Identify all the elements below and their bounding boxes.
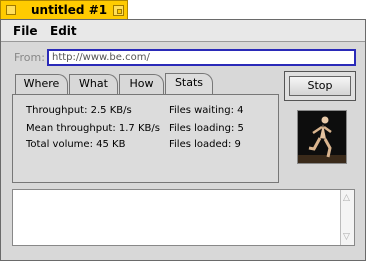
zoom-box-icon[interactable] bbox=[113, 5, 124, 16]
from-label: From: bbox=[14, 51, 45, 64]
stop-button-frame: Stop bbox=[284, 71, 356, 101]
tab-label: Stats bbox=[174, 76, 204, 89]
url-input[interactable]: http://www.be.com/ bbox=[47, 49, 356, 66]
stop-button[interactable]: Stop bbox=[289, 76, 351, 96]
files-waiting-text: Files waiting: 4 bbox=[169, 105, 244, 116]
activity-animation-icon bbox=[297, 110, 347, 164]
files-loaded-text: Files loaded: 9 bbox=[169, 139, 241, 150]
menu-file[interactable]: File bbox=[13, 24, 38, 38]
window-tab[interactable]: untitled #1 bbox=[0, 0, 128, 19]
stats-panel: Throughput: 2.5 KB/s Mean throughput: 1.… bbox=[12, 94, 279, 183]
tab-stats[interactable]: Stats bbox=[165, 73, 213, 95]
tab-label: How bbox=[129, 77, 154, 90]
tab-what[interactable]: What bbox=[69, 74, 118, 94]
close-box-icon[interactable] bbox=[6, 5, 16, 15]
tab-where[interactable]: Where bbox=[15, 74, 68, 94]
app-window: File Edit From: http://www.be.com/ Where… bbox=[0, 19, 366, 261]
log-textarea[interactable]: △ ▽ bbox=[12, 189, 355, 246]
menu-bar: File Edit bbox=[1, 20, 365, 42]
mean-throughput-text: Mean throughput: 1.7 KB/s bbox=[26, 123, 160, 134]
files-loading-text: Files loading: 5 bbox=[169, 123, 244, 134]
throughput-text: Throughput: 2.5 KB/s bbox=[26, 105, 132, 116]
scroll-up-icon[interactable]: △ bbox=[343, 193, 350, 203]
tab-how[interactable]: How bbox=[119, 74, 164, 94]
menu-edit[interactable]: Edit bbox=[50, 24, 77, 38]
tab-label: What bbox=[79, 77, 108, 90]
window-title: untitled #1 bbox=[31, 3, 108, 17]
scroll-down-icon[interactable]: ▽ bbox=[343, 232, 350, 242]
total-volume-text: Total volume: 45 KB bbox=[26, 139, 126, 150]
tab-label: Where bbox=[23, 77, 60, 90]
log-scrollbar[interactable]: △ ▽ bbox=[340, 190, 354, 245]
